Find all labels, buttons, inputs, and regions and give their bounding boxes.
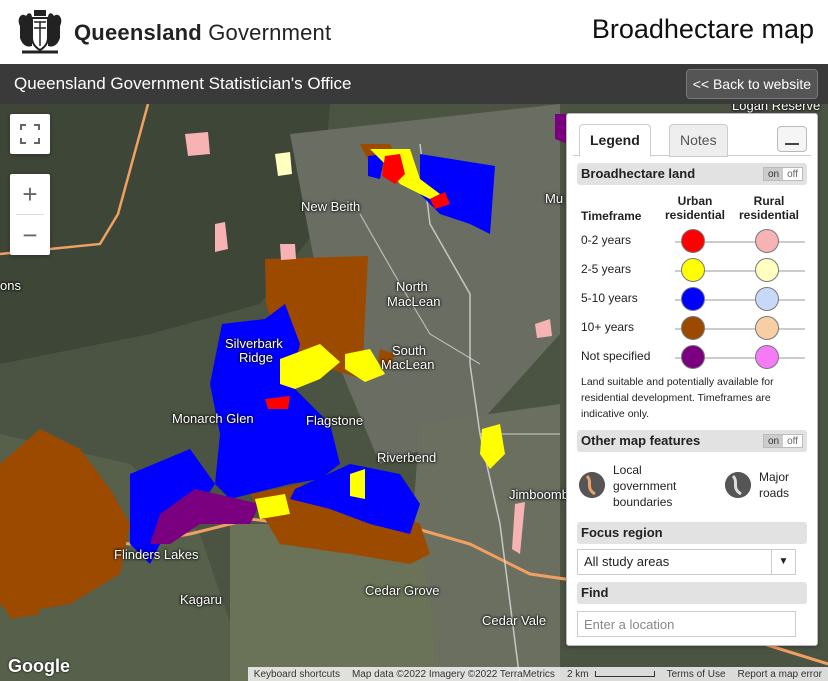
map-data-text: Map data ©2022 Imagery ©2022 TerraMetric…: [351, 668, 555, 680]
lga-boundary-icon: [579, 472, 605, 498]
focus-region-select[interactable]: All study areas ▼: [577, 549, 796, 575]
google-logo[interactable]: Google: [8, 656, 70, 677]
place-label: Cedar Vale: [482, 613, 547, 628]
zoom-control: + −: [10, 174, 50, 255]
back-to-website-button[interactable]: << Back to website: [685, 69, 818, 99]
zoom-out-button[interactable]: −: [10, 215, 50, 255]
timeframe-label: Not specified: [581, 349, 651, 363]
major-roads-label: Major roads: [759, 470, 790, 500]
place-label: ons: [0, 278, 21, 293]
rural-swatch: [755, 287, 779, 311]
rural-swatch: [755, 229, 779, 253]
timeframe-label: 2-5 years: [581, 262, 632, 276]
legend-row: 5-10 years: [579, 285, 805, 313]
fullscreen-icon: [20, 124, 40, 144]
legend-row: 10+ years: [579, 314, 805, 342]
timeframe-heading: Timeframe: [581, 209, 642, 223]
page-title: Broadhectare map: [591, 14, 814, 44]
focus-region-value: All study areas: [584, 554, 670, 569]
place-label: Cedar Grove: [365, 583, 440, 598]
map-attribution: Keyboard shortcuts Map data ©2022 Imager…: [247, 667, 828, 681]
urban-swatch: [681, 229, 705, 253]
urban-swatch: [681, 258, 705, 282]
legend-row: 2-5 years: [579, 256, 805, 284]
place-label: MacLean: [381, 357, 435, 372]
terms-of-use-link[interactable]: Terms of Use: [661, 669, 732, 680]
focus-region-section-header: Focus region: [577, 522, 807, 544]
fullscreen-button[interactable]: [10, 114, 50, 154]
toggle-off[interactable]: off: [783, 168, 802, 180]
major-roads-icon: [725, 472, 751, 498]
place-label: Flagstone: [306, 413, 364, 428]
place-label: Ridge: [239, 350, 273, 365]
scale-bar: 2 km: [566, 668, 589, 680]
toggle-on[interactable]: on: [763, 168, 784, 180]
brand-name: Queensland Government: [74, 20, 332, 45]
legend-note: Land suitable and potentially available …: [581, 376, 774, 420]
toggle-on[interactable]: on: [763, 435, 784, 447]
legend-panel: Legend Notes Broadhectare land on off Ti…: [566, 113, 818, 646]
site-header: Queensland Government Broadhectare map: [0, 0, 828, 64]
rural-swatch: [755, 258, 779, 282]
report-map-error-link[interactable]: Report a map error: [732, 669, 828, 680]
place-label: Riverbend: [377, 450, 437, 465]
find-section-header: Find: [577, 582, 807, 604]
urban-heading: Urban residential: [664, 194, 726, 222]
place-label: Kagaru: [180, 592, 222, 607]
broadhectare-section-header: Broadhectare land on off: [577, 163, 807, 185]
minimize-button[interactable]: [777, 126, 807, 152]
find-location-input[interactable]: [577, 611, 796, 637]
timeframe-label: 5-10 years: [581, 291, 638, 305]
place-label: Flinders Lakes: [114, 547, 199, 562]
lga-boundary-label: Local government boundaries: [613, 463, 677, 509]
legend-row: 0-2 years: [579, 227, 805, 255]
other-features-section-header: Other map features on off: [577, 430, 807, 452]
office-bar: Queensland Government Statistician's Off…: [0, 64, 828, 104]
place-label: MacLean: [387, 294, 441, 309]
broadhectare-title: Broadhectare land: [581, 166, 696, 181]
scale-line: [594, 671, 655, 677]
keyboard-shortcuts-link[interactable]: Keyboard shortcuts: [248, 669, 346, 680]
rural-heading: Rural residential: [738, 194, 800, 222]
tab-legend[interactable]: Legend: [579, 124, 651, 157]
zoom-in-button[interactable]: +: [10, 174, 50, 214]
chevron-down-icon[interactable]: ▼: [771, 550, 795, 574]
place-label: Mu: [545, 191, 564, 206]
place-label: North: [396, 279, 428, 294]
place-label: New Beith: [301, 199, 361, 214]
place-label: South: [392, 343, 426, 358]
broadhectare-toggle[interactable]: on off: [762, 167, 803, 181]
queensland-crest-logo: [18, 10, 62, 54]
place-label: Monarch Glen: [172, 411, 254, 426]
rural-swatch: [755, 316, 779, 340]
toggle-off[interactable]: off: [783, 435, 802, 447]
legend-row: Not specified: [579, 343, 805, 371]
place-label: Logan Reserve: [732, 104, 821, 113]
tab-notes[interactable]: Notes: [669, 124, 728, 157]
timeframe-label: 0-2 years: [581, 233, 632, 247]
office-title: Queensland Government Statistician's Off…: [14, 74, 352, 93]
timeframe-label: 10+ years: [581, 320, 635, 334]
rural-swatch: [755, 345, 779, 369]
panel-tabs: Legend Notes: [573, 124, 811, 157]
brand[interactable]: Queensland Government: [14, 8, 331, 58]
place-label: Silverbark: [225, 336, 283, 351]
other-features-toggle[interactable]: on off: [762, 434, 803, 448]
urban-swatch: [681, 287, 705, 311]
urban-swatch: [681, 316, 705, 340]
urban-swatch: [681, 345, 705, 369]
other-features-title: Other map features: [581, 433, 701, 448]
